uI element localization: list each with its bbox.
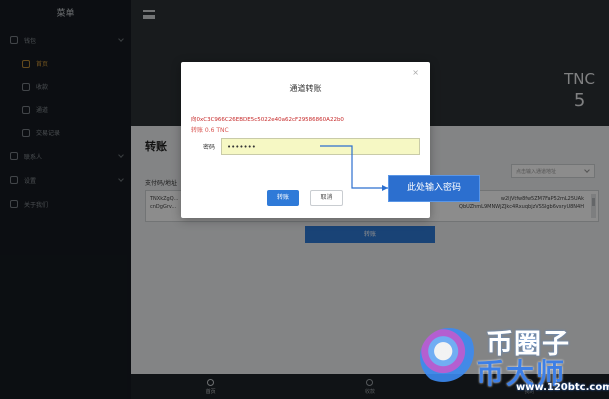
password-hint-callout: 此处输入密码 [388, 175, 480, 202]
site-watermark: 币圈子 币大师 www.120btc.com [412, 318, 609, 399]
watermark-url: www.120btc.com [516, 382, 609, 393]
watermark-logo-icon [420, 328, 478, 386]
